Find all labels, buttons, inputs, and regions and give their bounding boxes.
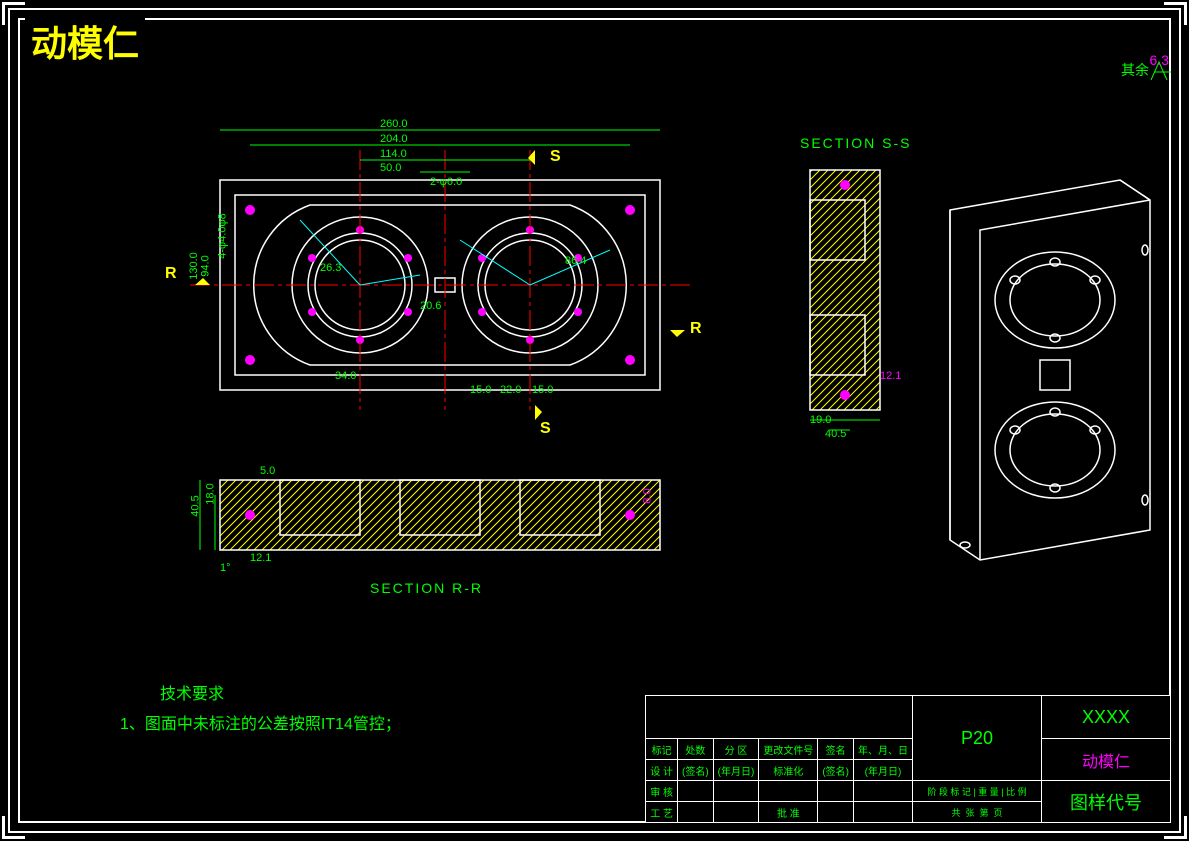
dim-864: 86.4 <box>565 255 586 267</box>
isometric-view <box>920 150 1170 570</box>
dim-15-2: 15.0 <box>532 384 553 396</box>
tb-partname: 动模仁 <box>1042 739 1171 781</box>
tb-drawingno: 图样代号 <box>1042 781 1171 823</box>
dim-15-1: 15.0 <box>470 384 491 396</box>
dim-121: 12.1 <box>880 370 901 382</box>
dim-19: 19.0 <box>810 414 831 426</box>
dim-22: 22.0 <box>500 384 521 396</box>
dim-206: 20.6 <box>420 300 441 312</box>
section-letter-s2: S <box>540 420 551 438</box>
dim-4x4: 4-φ4.0φ8 <box>217 213 229 258</box>
top-view <box>160 110 720 430</box>
dim-204: 204.0 <box>380 133 408 145</box>
surface-finish: 其余 6.3 <box>1121 60 1149 80</box>
dim-405: 40.5 <box>825 428 846 440</box>
dim-405b: 40.5 <box>190 495 202 516</box>
tb-material: P20 <box>913 696 1042 781</box>
section-rr-label: SECTION R-R <box>370 580 483 596</box>
tb-company: XXXX <box>1042 696 1171 739</box>
dim-114: 114.0 <box>380 148 407 160</box>
dim-130: 130.0 <box>188 252 200 280</box>
section-letter-r1: R <box>165 265 177 283</box>
dim-8: 8.0 <box>642 488 654 503</box>
dim-12: 12.1 <box>250 552 271 564</box>
dim-260: 260.0 <box>380 118 408 130</box>
surface-value: 6.3 <box>1150 52 1169 68</box>
dim-180: 18.0 <box>205 483 217 504</box>
title-block: P20 XXXX 标记 处数 分 区 更改文件号 签名 年、月、日 动模仁 设 … <box>645 695 1171 823</box>
dim-5: 5.0 <box>260 465 275 477</box>
dim-263: 26.3 <box>320 262 341 274</box>
dim-2x66: 2-φ6.0 <box>430 176 462 188</box>
notes-heading: 技术要求 <box>160 680 224 704</box>
section-ss-label: SECTION S-S <box>800 135 911 151</box>
drawing-title: 动模仁 <box>25 15 145 67</box>
dim-50: 50.0 <box>380 162 401 174</box>
dim-34: 34.0 <box>335 370 356 382</box>
dim-1deg: 1° <box>220 562 231 574</box>
section-rr-view <box>160 460 720 580</box>
notes-line1: 1、图面中未标注的公差按照IT14管控； <box>120 710 401 734</box>
section-ss-view <box>790 160 910 440</box>
section-letter-r2: R <box>690 320 702 338</box>
section-letter-s1: S <box>550 148 561 166</box>
dim-94: 94.0 <box>200 255 212 276</box>
surface-label: 其余 <box>1121 62 1149 78</box>
